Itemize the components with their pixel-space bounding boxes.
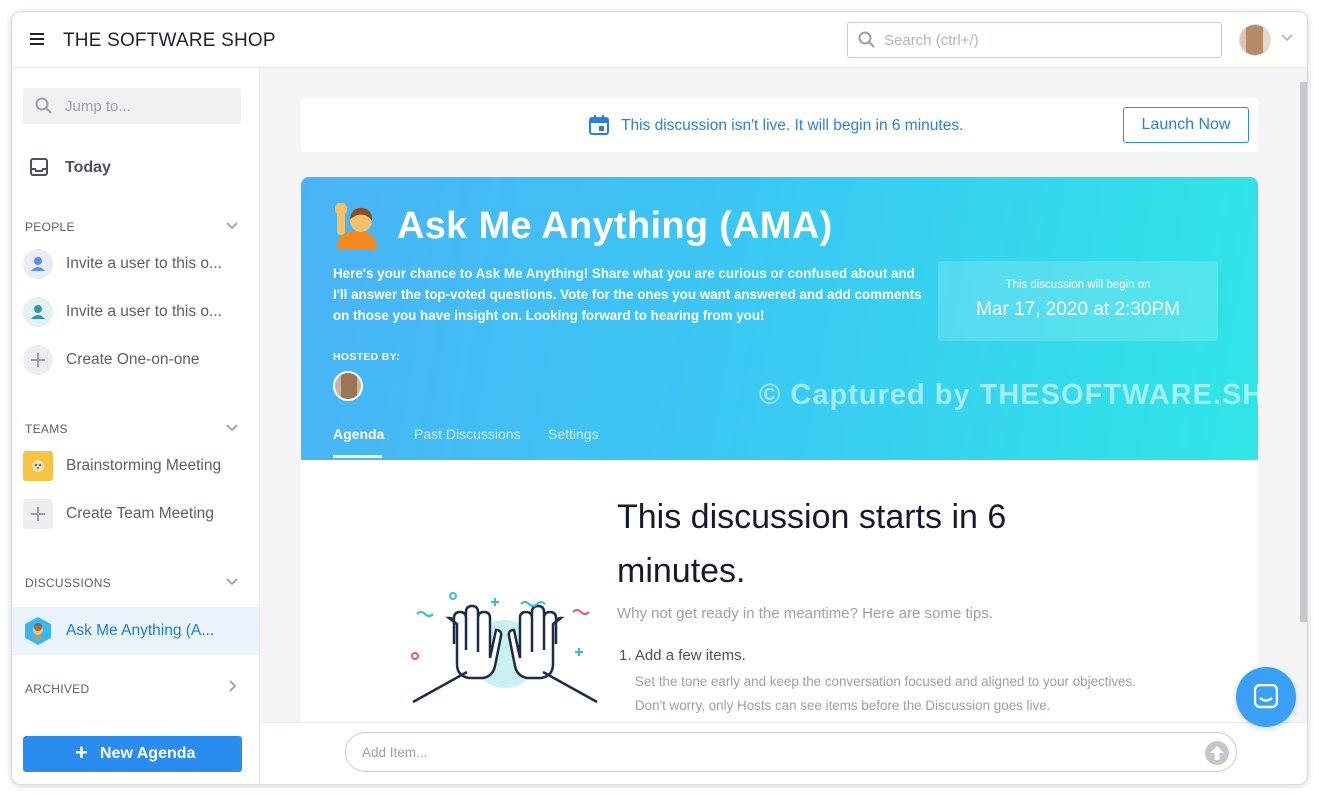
sidebar-item-invite-user-2[interactable]: Invite a user to this o... (23, 292, 259, 332)
user-icon (23, 297, 53, 327)
sidebar-item-create-team-meeting[interactable]: Create Team Meeting (23, 494, 259, 534)
active-tab-indicator (333, 455, 382, 458)
search-input[interactable]: Search (ctrl+/) (847, 22, 1222, 58)
plus-icon (23, 499, 53, 529)
sidebar-item-label: Create Team Meeting (66, 505, 214, 522)
sidebar-item-label: Brainstorming Meeting (66, 457, 222, 474)
sidebar-item-ask-me-anything[interactable]: Ask Me Anything (A... (12, 607, 259, 655)
sidebar-item-today[interactable]: Today (30, 158, 111, 178)
hamburger-icon[interactable] (30, 33, 44, 45)
begin-date: Mar 17, 2020 at 2:30PM (976, 299, 1180, 320)
section-archived[interactable]: ARCHIVED (25, 682, 89, 696)
raising-hand-icon (23, 616, 53, 646)
plus-icon: + (75, 740, 88, 765)
top-bar: THE SOFTWARE SHOP Search (ctrl+/) (12, 12, 1307, 68)
section-teams: TEAMS (25, 422, 68, 436)
calendar-icon (589, 115, 609, 135)
starts-headline: This discussion starts in 6 minutes. (617, 498, 1007, 590)
new-agenda-label: New Agenda (100, 745, 196, 762)
scrollbar[interactable] (1300, 82, 1307, 622)
chevron-down-icon[interactable] (226, 221, 238, 230)
not-live-banner: This discussion isn't live. It will begi… (301, 98, 1258, 152)
watermark: © Captured by THESOFTWARE.SHOP (759, 379, 1258, 411)
sidebar-item-label: Invite a user to this o... (66, 255, 222, 272)
sidebar-item-create-one-on-one[interactable]: Create One-on-one (23, 340, 259, 380)
high-five-illustration (411, 592, 598, 704)
hosted-by-label: HOSTED BY: (333, 351, 400, 363)
user-avatar[interactable] (1239, 24, 1271, 56)
section-people: PEOPLE (25, 220, 75, 234)
banner-message: This discussion isn't live. It will begi… (621, 117, 964, 134)
begin-time-box: This discussion will begin on Mar 17, 20… (938, 261, 1218, 341)
chevron-down-icon[interactable] (226, 423, 238, 432)
add-item-input[interactable]: Add Item... (345, 732, 1237, 772)
chevron-down-icon[interactable] (226, 577, 238, 586)
sidebar-item-invite-user-1[interactable]: Invite a user to this o... (23, 244, 259, 284)
inbox-icon (30, 158, 48, 176)
plus-icon (23, 345, 53, 375)
today-label: Today (65, 159, 111, 176)
jump-to-input[interactable]: Jump to... (23, 88, 241, 124)
discussion-card: Ask Me Anything (AMA) Here's your chance… (301, 177, 1258, 784)
user-icon (23, 249, 53, 279)
step-1-title: 1. Add a few items. (619, 647, 746, 664)
add-item-composer: Add Item... (261, 722, 1307, 784)
sidebar-item-label: Ask Me Anything (A... (66, 622, 215, 639)
sidebar-item-brainstorming-meeting[interactable]: Brainstorming Meeting (23, 446, 259, 486)
tips-intro: Why not get ready in the meantime? Here … (617, 605, 994, 622)
send-arrow-icon[interactable] (1204, 740, 1230, 766)
new-agenda-button[interactable]: + New Agenda (23, 736, 242, 772)
app-title: THE SOFTWARE SHOP (63, 30, 276, 51)
sidebar: Jump to... Today PEOPLE Invite a user to… (12, 68, 260, 784)
search-icon (858, 31, 875, 48)
raising-hand-icon (335, 203, 377, 249)
chevron-down-icon[interactable] (1280, 33, 1294, 43)
team-icon (23, 451, 53, 481)
sidebar-item-label: Invite a user to this o... (66, 303, 222, 320)
discussion-hero: Ask Me Anything (AMA) Here's your chance… (301, 177, 1258, 460)
sidebar-item-label: Create One-on-one (66, 351, 200, 368)
chat-icon (1254, 684, 1278, 709)
search-icon (35, 97, 52, 114)
main-content: This discussion isn't live. It will begi… (261, 68, 1307, 784)
chat-launcher-button[interactable] (1236, 667, 1296, 727)
search-placeholder: Search (ctrl+/) (884, 32, 979, 49)
add-item-placeholder: Add Item... (362, 745, 428, 760)
tab-agenda[interactable]: Agenda (333, 426, 384, 442)
chevron-right-icon[interactable] (228, 680, 237, 692)
begin-label: This discussion will begin on (1005, 279, 1151, 291)
section-discussions: DISCUSSIONS (25, 576, 111, 590)
host-avatar[interactable] (333, 371, 363, 401)
tab-past-discussions[interactable]: Past Discussions (414, 426, 521, 442)
discussion-title: Ask Me Anything (AMA) (397, 205, 833, 247)
app-window: THE SOFTWARE SHOP Search (ctrl+/) Jump t… (11, 11, 1308, 785)
discussion-description: Here's your chance to Ask Me Anything! S… (333, 266, 922, 323)
step-1-description: Set the tone early and keep the conversa… (635, 674, 1136, 713)
jump-to-placeholder: Jump to... (65, 98, 131, 115)
tab-settings[interactable]: Settings (548, 426, 599, 442)
launch-now-button[interactable]: Launch Now (1123, 107, 1249, 143)
